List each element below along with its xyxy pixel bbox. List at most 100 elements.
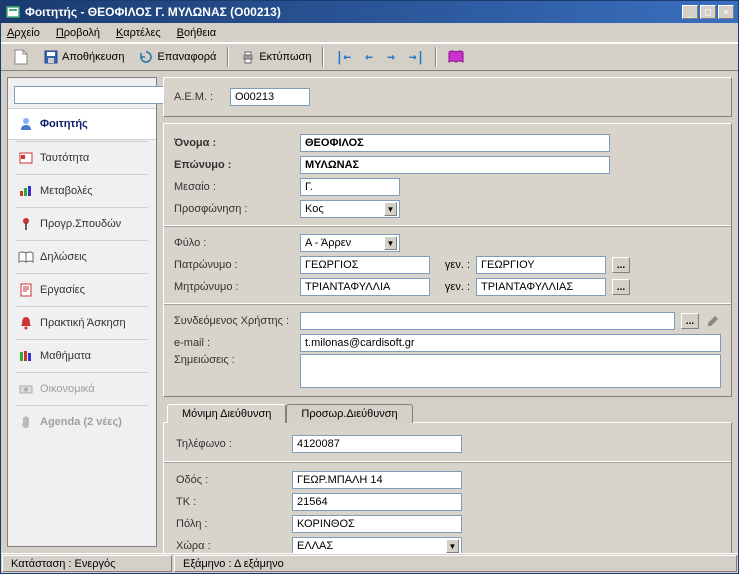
print-button[interactable]: Εκτύπωση — [234, 46, 317, 68]
email-label: e-mail : — [174, 337, 294, 349]
gen-label: γεν. : — [436, 281, 470, 293]
salutation-dropdown[interactable]: Κος ▼ — [300, 200, 400, 218]
sidebar-item-finance: Οικονομικά — [8, 374, 156, 404]
reset-button[interactable]: Επαναφορά — [132, 46, 222, 68]
chevron-down-icon: ▼ — [384, 236, 397, 250]
toolbar: Αποθήκευση Επαναφορά Εκτύπωση |← ← → →| — [1, 43, 738, 71]
window-title: Φοιτητής - ΘΕΟΦΙΛΟΣ Γ. ΜΥΛΩΝΑΣ (O00213) — [25, 5, 682, 19]
gen-label: γεν. : — [436, 259, 470, 271]
father-more-button[interactable]: ... — [612, 257, 630, 273]
money-icon — [18, 381, 34, 397]
tabs: Μόνιμη Διεύθυνση Προσωρ.Διεύθυνση — [163, 404, 732, 423]
sidebar-item-identity[interactable]: Ταυτότητα — [8, 143, 156, 173]
toolbar-separator — [227, 47, 229, 67]
status-state: Κατάσταση : Ενεργός — [2, 555, 172, 572]
search-input[interactable] — [14, 86, 166, 104]
main: Α.Ε.Μ. : Όνομα : Επώνυμο : Μεσαίο : — [157, 71, 738, 553]
titlebar: Φοιτητής - ΘΕΟΦΙΛΟΣ Γ. ΜΥΛΩΝΑΣ (O00213) … — [1, 1, 738, 23]
gender-label: Φύλο : — [174, 237, 294, 249]
mother-more-button[interactable]: ... — [612, 279, 630, 295]
panel-aem: Α.Ε.Μ. : — [163, 77, 732, 117]
country-label: Χώρα : — [176, 540, 286, 552]
edit-icon[interactable] — [705, 313, 721, 329]
email-field[interactable] — [300, 334, 721, 352]
statusbar: Κατάσταση : Ενεργός Εξάμηνο : Δ εξάμηνο — [1, 553, 738, 573]
prev-icon: ← — [365, 50, 373, 65]
gender-dropdown[interactable]: Α - Άρρεν ▼ — [300, 234, 400, 252]
father-label: Πατρώνυμο : — [174, 259, 294, 271]
mother-gen-field[interactable] — [476, 278, 606, 296]
sidebar-item-internship[interactable]: Πρακτική Άσκηση — [8, 308, 156, 338]
nav-prev-button[interactable]: ← — [359, 47, 379, 68]
linked-user-more-button[interactable]: ... — [681, 313, 699, 329]
zip-label: ΤΚ : — [176, 496, 286, 508]
last-icon: →| — [409, 50, 425, 65]
street-field[interactable] — [292, 471, 462, 489]
next-icon: → — [387, 50, 395, 65]
save-icon — [43, 49, 59, 65]
sidebar-item-works[interactable]: Εργασίες — [8, 275, 156, 305]
middle-field[interactable] — [300, 178, 400, 196]
lastname-label: Επώνυμο : — [174, 159, 294, 171]
menu-cards[interactable]: Καρτέλες — [116, 27, 161, 39]
city-field[interactable] — [292, 515, 462, 533]
save-button[interactable]: Αποθήκευση — [37, 46, 130, 68]
notes-label: Σημειώσεις : — [174, 354, 294, 366]
phone-label: Τηλέφωνο : — [176, 438, 286, 450]
app-window: Φοιτητής - ΘΕΟΦΙΛΟΣ Γ. ΜΥΛΩΝΑΣ (O00213) … — [0, 0, 739, 574]
help-button[interactable] — [442, 46, 470, 68]
father-field[interactable] — [300, 256, 430, 274]
mother-field[interactable] — [300, 278, 430, 296]
firstname-label: Όνομα : — [174, 137, 294, 149]
open-book-icon — [18, 249, 34, 265]
sidebar: Φοιτητής Ταυτότητα Μεταβολές Προγρ.Σπουδ… — [7, 77, 157, 547]
new-button[interactable] — [7, 46, 35, 68]
sidebar-item-changes[interactable]: Μεταβολές — [8, 176, 156, 206]
zip-field[interactable] — [292, 493, 462, 511]
sidebar-item-program[interactable]: Προγρ.Σπουδών — [8, 209, 156, 239]
chevron-down-icon: ▼ — [384, 202, 397, 216]
aem-field[interactable] — [230, 88, 310, 106]
firstname-field[interactable] — [300, 134, 610, 152]
tab-panel-permanent: Τηλέφωνο : Οδός : ΤΚ : Πόλη : — [163, 422, 732, 553]
menubar: Αρχείο Προβολή Καρτέλες Βοήθεια — [1, 23, 738, 43]
salutation-label: Προσφώνηση : — [174, 203, 294, 215]
sidebar-item-declarations[interactable]: Δηλώσεις — [8, 242, 156, 272]
body: Φοιτητής Ταυτότητα Μεταβολές Προγρ.Σπουδ… — [1, 71, 738, 553]
chevron-down-icon: ▼ — [446, 539, 459, 553]
nav-first-button[interactable]: |← — [329, 47, 357, 68]
status-semester: Εξάμηνο : Δ εξάμηνο — [174, 555, 737, 572]
bell-icon — [18, 315, 34, 331]
books-icon — [18, 348, 34, 364]
menu-file[interactable]: Αρχείο — [7, 27, 40, 39]
document-icon — [18, 282, 34, 298]
menu-view[interactable]: Προβολή — [56, 27, 100, 39]
linked-user-field[interactable] — [300, 312, 675, 330]
minimize-button[interactable]: _ — [682, 5, 698, 19]
lastname-field[interactable] — [300, 156, 610, 174]
tab-permanent[interactable]: Μόνιμη Διεύθυνση — [167, 404, 286, 423]
city-label: Πόλη : — [176, 518, 286, 530]
toolbar-separator — [322, 47, 324, 67]
close-button[interactable]: ✕ — [718, 5, 734, 19]
notes-field[interactable] — [300, 354, 721, 388]
country-dropdown[interactable]: ΕΛΛΑΣ ▼ — [292, 537, 462, 553]
reset-icon — [138, 49, 154, 65]
app-icon — [5, 4, 21, 20]
street-label: Οδός : — [176, 474, 286, 486]
tab-temporary[interactable]: Προσωρ.Διεύθυνση — [286, 404, 412, 423]
aem-label: Α.Ε.Μ. : — [174, 91, 224, 103]
linked-user-label: Συνδεόμενος Χρήστης : — [174, 315, 294, 327]
toolbar-separator — [435, 47, 437, 67]
maximize-button[interactable]: □ — [700, 5, 716, 19]
father-gen-field[interactable] — [476, 256, 606, 274]
nav-last-button[interactable]: →| — [403, 47, 431, 68]
phone-field[interactable] — [292, 435, 462, 453]
first-icon: |← — [335, 50, 351, 65]
menu-help[interactable]: Βοήθεια — [177, 27, 216, 39]
nav-next-button[interactable]: → — [381, 47, 401, 68]
sidebar-item-student[interactable]: Φοιτητής — [8, 108, 156, 140]
new-icon — [13, 49, 29, 65]
middle-label: Μεσαίο : — [174, 181, 294, 193]
sidebar-item-courses[interactable]: Μαθήματα — [8, 341, 156, 371]
